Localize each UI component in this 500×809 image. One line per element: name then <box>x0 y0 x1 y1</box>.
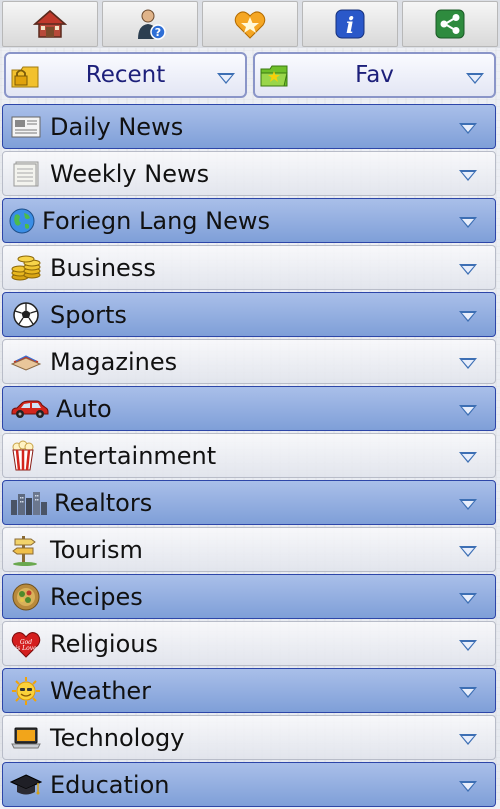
help-button[interactable]: ? <box>102 1 198 47</box>
car-icon <box>10 393 50 425</box>
category-weekly-news[interactable]: Weekly News <box>2 151 496 196</box>
category-realtors[interactable]: Realtors <box>2 480 496 525</box>
category-tourism[interactable]: Tourism <box>2 527 496 572</box>
category-label: Auto <box>56 394 112 423</box>
svg-text:i: i <box>346 13 354 39</box>
category-label: Technology <box>50 723 185 752</box>
sun-icon <box>10 675 42 707</box>
category-sports[interactable]: Sports <box>2 292 496 337</box>
category-label: Foriegn Lang News <box>42 206 271 235</box>
recent-label: Recent <box>85 62 166 88</box>
home-button[interactable] <box>2 1 98 47</box>
category-entertainment[interactable]: Entertainment <box>2 433 496 478</box>
chevron-down-icon <box>459 734 477 745</box>
chevron-down-icon <box>459 170 477 181</box>
chevron-down-icon <box>459 264 477 275</box>
dropdown-row: Recent Fav <box>0 52 500 100</box>
house-icon <box>33 7 67 41</box>
chevron-down-icon <box>459 311 477 322</box>
category-label: Sports <box>50 300 127 329</box>
recent-dropdown[interactable]: Recent <box>4 52 247 98</box>
top-toolbar: ? i <box>0 0 500 48</box>
chevron-down-icon <box>459 452 477 463</box>
signpost-icon <box>10 534 42 566</box>
category-foreign-lang-news[interactable]: Foriegn Lang News <box>2 198 496 243</box>
chevron-down-icon <box>459 358 477 369</box>
fav-label: Fav <box>355 62 394 88</box>
chevron-down-icon <box>217 73 235 84</box>
category-label: Recipes <box>50 582 143 611</box>
chevron-down-icon <box>459 123 477 134</box>
lock-folder-icon <box>10 62 40 90</box>
coins-icon <box>10 252 42 284</box>
category-label: Entertainment <box>43 441 217 470</box>
favorites-button[interactable] <box>202 1 298 47</box>
chevron-down-icon <box>459 217 477 228</box>
magazine-icon <box>10 346 42 378</box>
chevron-down-icon <box>459 405 477 416</box>
city-icon <box>10 487 48 519</box>
svg-text:?: ? <box>155 26 161 39</box>
category-label: Education <box>50 770 170 799</box>
info-button[interactable]: i <box>302 1 398 47</box>
popcorn-icon <box>7 440 39 472</box>
chevron-down-icon <box>459 781 477 792</box>
category-label: Religious <box>50 629 158 658</box>
category-auto[interactable]: Auto <box>2 386 496 431</box>
category-label: Weekly News <box>50 159 210 188</box>
star-heart-icon <box>233 7 267 41</box>
chevron-down-icon <box>459 546 477 557</box>
category-weather[interactable]: Weather <box>2 668 496 713</box>
fav-dropdown[interactable]: Fav <box>253 52 496 98</box>
green-folder-icon <box>259 62 289 90</box>
food-icon <box>10 581 42 613</box>
newspaper-stack-icon <box>10 158 42 190</box>
category-daily-news[interactable]: Daily News <box>2 104 496 149</box>
chevron-down-icon <box>459 640 477 651</box>
newspaper-icon <box>10 111 42 143</box>
category-technology[interactable]: Technology <box>2 715 496 760</box>
category-recipes[interactable]: Recipes <box>2 574 496 619</box>
chevron-down-icon <box>459 687 477 698</box>
laptop-icon <box>10 722 42 754</box>
chevron-down-icon <box>459 593 477 604</box>
category-list: Daily News Weekly News Foriegn Lang News… <box>0 104 500 809</box>
heart-icon: God is Love <box>10 628 42 660</box>
svg-text:is Love: is Love <box>15 645 37 652</box>
graduation-cap-icon <box>10 769 42 801</box>
chevron-down-icon <box>466 73 484 84</box>
category-religious[interactable]: God is Love Religious <box>2 621 496 666</box>
share-button[interactable] <box>402 1 498 47</box>
info-icon: i <box>333 7 367 41</box>
category-label: Daily News <box>50 112 184 141</box>
person-help-icon: ? <box>133 7 167 41</box>
category-label: Tourism <box>50 535 143 564</box>
globe-icon <box>6 205 38 237</box>
category-magazines[interactable]: Magazines <box>2 339 496 384</box>
share-icon <box>433 7 467 41</box>
category-label: Business <box>50 253 156 282</box>
category-business[interactable]: Business <box>2 245 496 290</box>
category-label: Weather <box>50 676 152 705</box>
category-education[interactable]: Education <box>2 762 496 807</box>
category-label: Magazines <box>50 347 178 376</box>
chevron-down-icon <box>459 499 477 510</box>
soccer-ball-icon <box>10 299 42 331</box>
category-label: Realtors <box>54 488 153 517</box>
